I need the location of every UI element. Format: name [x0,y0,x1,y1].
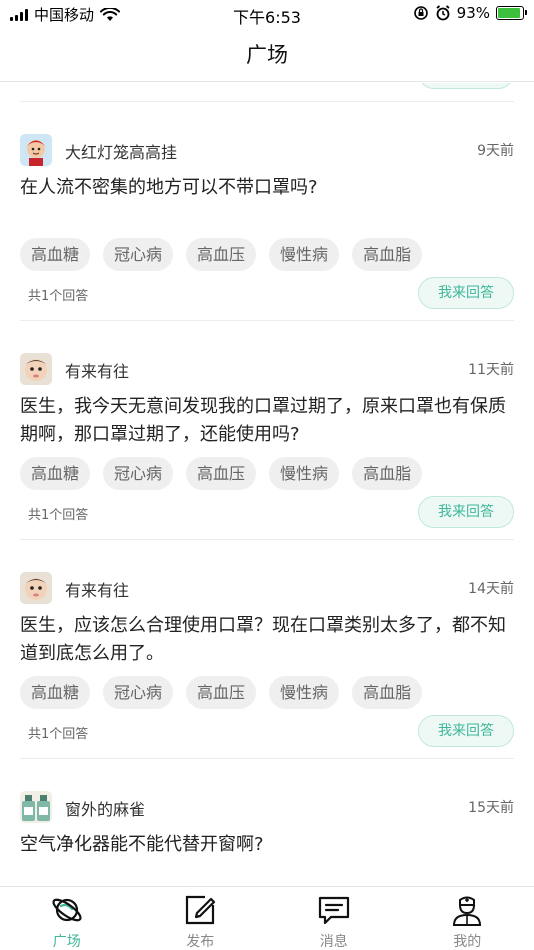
timestamp: 14天前 [468,581,514,597]
tag-chip[interactable]: 冠心病 [103,238,174,271]
timestamp: 11天前 [468,362,514,378]
tag-chip[interactable]: 高血压 [186,238,257,271]
edit-icon [186,895,216,925]
tag-chip[interactable]: 高血压 [186,457,257,490]
answer-button[interactable]: 我来回答 [418,277,514,309]
question-text[interactable]: 医生，应该怎么合理使用口罩？现在口罩类别太多了，都不知道到底怎么用了。 [20,612,514,668]
message-icon [318,896,349,925]
tab-messages[interactable]: 消息 [267,887,401,950]
planet-icon [52,898,82,922]
battery-icon [496,6,527,20]
divider [20,758,514,759]
tag-chip[interactable]: 高血糖 [20,238,91,271]
tag-chip[interactable]: 高血糖 [20,457,91,490]
divider [20,320,514,321]
orientation-lock-icon [413,6,428,20]
battery-percent: 93% [456,4,490,22]
tab-publish[interactable]: 发布 [134,887,268,950]
tag-list: 高血糖 冠心病 高血压 慢性病 高血脂 [20,676,423,709]
tab-label: 我的 [453,934,482,950]
tab-square[interactable]: 广场 [0,887,134,950]
answer-button[interactable]: 我来回答 [418,715,514,747]
answer-count: 共1个回答 [28,508,89,523]
tag-chip[interactable]: 冠心病 [103,676,174,709]
tab-label: 消息 [319,934,348,950]
tab-mine[interactable]: 我的 [401,887,534,950]
avatar[interactable] [20,134,52,166]
tag-chip[interactable]: 高血糖 [20,676,91,709]
username[interactable]: 有来有往 [65,577,129,601]
tag-chip[interactable]: 慢性病 [269,238,340,271]
tag-chip[interactable]: 高血脂 [352,676,423,709]
tag-chip[interactable]: 冠心病 [103,457,174,490]
answer-button[interactable]: 我来回答 [418,496,514,528]
divider [20,539,514,540]
tag-chip[interactable]: 慢性病 [269,457,340,490]
tag-chip[interactable]: 高血脂 [352,238,423,271]
nav-header: 广场 [0,28,534,82]
tag-list: 高血糖 冠心病 高血压 慢性病 高血脂 [20,457,423,490]
tab-label: 发布 [186,934,215,950]
status-bar: 中国移动 下午6:53 93% [0,0,534,28]
tab-label: 广场 [52,934,81,950]
tag-chip[interactable]: 慢性病 [269,676,340,709]
username[interactable]: 大红灯笼高高挂 [65,139,177,163]
answer-count: 共1个回答 [28,289,89,304]
tag-chip[interactable]: 高血脂 [352,457,423,490]
answer-button-partial[interactable] [418,83,514,89]
page-title: 广场 [246,43,288,67]
timestamp: 9天前 [477,143,514,159]
question-feed[interactable]: 大红灯笼高高挂 9天前 在人流不密集的地方可以不带口罩吗? 高血糖 冠心病 高血… [0,83,534,886]
doctor-icon [453,896,482,926]
username[interactable]: 有来有往 [65,358,129,382]
question-text[interactable]: 空气净化器能不能代替开窗啊? [20,831,514,859]
tab-bar: 广场 发布 消息 我的 [0,886,534,950]
answer-count: 共1个回答 [28,727,89,742]
username[interactable]: 窗外的麻雀 [65,796,145,820]
divider [20,101,514,102]
question-text[interactable]: 在人流不密集的地方可以不带口罩吗? [20,174,514,202]
tag-chip[interactable]: 高血压 [186,676,257,709]
status-right: 93% [413,4,527,22]
timestamp: 15天前 [468,800,514,816]
question-text[interactable]: 医生，我今天无意间发现我的口罩过期了，原来口罩也有保质期啊，那口罩过期了，还能使… [20,393,514,449]
avatar[interactable] [20,353,52,385]
alarm-icon [436,5,450,21]
avatar[interactable] [20,572,52,604]
avatar[interactable] [20,791,52,823]
tag-list: 高血糖 冠心病 高血压 慢性病 高血脂 [20,238,423,271]
